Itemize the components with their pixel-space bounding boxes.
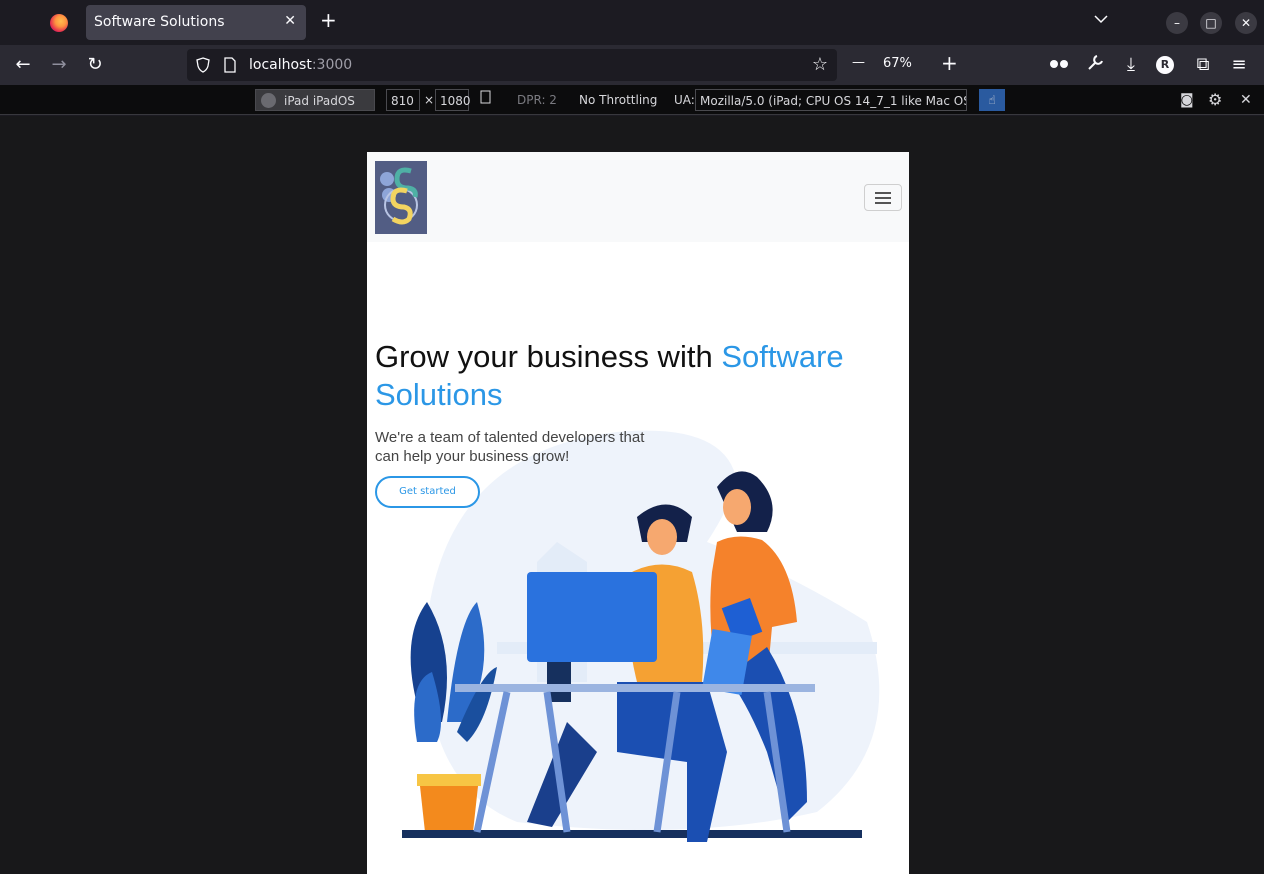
tab-title: Software Solutions (94, 14, 225, 30)
app-menu-icon[interactable]: ≡ (1228, 54, 1250, 76)
minimize-icon[interactable]: – (1166, 12, 1188, 34)
shield-icon[interactable] (195, 57, 211, 77)
account-avatar[interactable]: R (1156, 56, 1174, 74)
ua-label: UA: (674, 93, 695, 107)
hamburger-line (875, 197, 891, 199)
zoom-out-icon[interactable]: — (852, 55, 865, 70)
url-port: :3000 (311, 57, 353, 73)
hamburger-line (875, 202, 891, 204)
page-icon (223, 57, 237, 77)
user-agent-input[interactable]: Mozilla/5.0 (iPad; CPU OS 14_7_1 like Ma… (695, 89, 967, 111)
tab-bar: Software Solutions ✕ + – □ ✕ (0, 0, 1264, 45)
responsive-design-toolbar: iPad iPadOS … 810 × 1080 DPR: 2 No Throt… (0, 85, 1264, 130)
bookmark-star-icon[interactable]: ☆ (809, 54, 831, 76)
viewport-height-input[interactable]: 1080 (435, 89, 471, 111)
tab-software-solutions[interactable]: Software Solutions ✕ (86, 5, 306, 40)
url-host: localhost (249, 57, 312, 73)
hero-subtitle: We're a team of talented developers that… (375, 429, 645, 465)
url-bar[interactable]: localhost:3000 ☆ (187, 49, 837, 81)
list-all-tabs-icon[interactable] (1094, 12, 1108, 28)
hamburger-line (875, 192, 891, 194)
tab-close-icon[interactable]: ✕ (284, 13, 296, 29)
logo[interactable] (375, 161, 427, 234)
site-navbar (367, 152, 909, 242)
extensions-icon[interactable]: ⧉ (1192, 54, 1214, 76)
touch-simulation-icon[interactable]: ☝ (979, 89, 1005, 111)
mask-icon[interactable] (1048, 54, 1070, 76)
download-icon[interactable]: ⤓ (1120, 54, 1142, 76)
throttling-selector[interactable]: No Throttling (579, 89, 657, 111)
rotate-icon[interactable] (480, 89, 494, 111)
zoom-in-icon[interactable]: + (941, 51, 958, 75)
close-rdm-icon[interactable]: ✕ (1240, 89, 1252, 111)
back-icon[interactable]: ← (12, 54, 34, 76)
firefox-icon[interactable] (50, 14, 68, 32)
settings-icon[interactable]: ⚙ (1208, 89, 1222, 111)
get-started-button[interactable]: Get started (375, 476, 480, 508)
wrench-icon[interactable] (1084, 54, 1106, 76)
viewport-width-input[interactable]: 810 (386, 89, 420, 111)
dpr-selector[interactable]: DPR: 2 (517, 89, 557, 111)
device-icon (261, 93, 276, 108)
zoom-level[interactable]: 67% (883, 56, 912, 71)
maximize-icon[interactable]: □ (1200, 12, 1222, 34)
forward-icon[interactable]: → (48, 54, 70, 76)
hero-heading-plain: Grow your business with (375, 339, 722, 374)
new-tab-button[interactable]: + (320, 10, 337, 30)
hero-heading: Grow your business with Software Solutio… (375, 338, 905, 414)
navigation-toolbar: ← → ↻ localhost:3000 ☆ — 67% + ⤓ R ⧉ ≡ (0, 45, 1264, 85)
reload-icon[interactable]: ↻ (84, 54, 106, 76)
navbar-toggler-button[interactable] (864, 184, 902, 211)
close-window-icon[interactable]: ✕ (1235, 12, 1257, 34)
website-viewport: Grow your business with Software Solutio… (367, 152, 909, 874)
url-text[interactable]: localhost:3000 (249, 57, 352, 73)
dimension-separator: × (424, 93, 435, 107)
device-selector[interactable]: iPad iPadOS … (255, 89, 375, 130)
screenshot-icon[interactable]: ◙ (1180, 89, 1194, 111)
